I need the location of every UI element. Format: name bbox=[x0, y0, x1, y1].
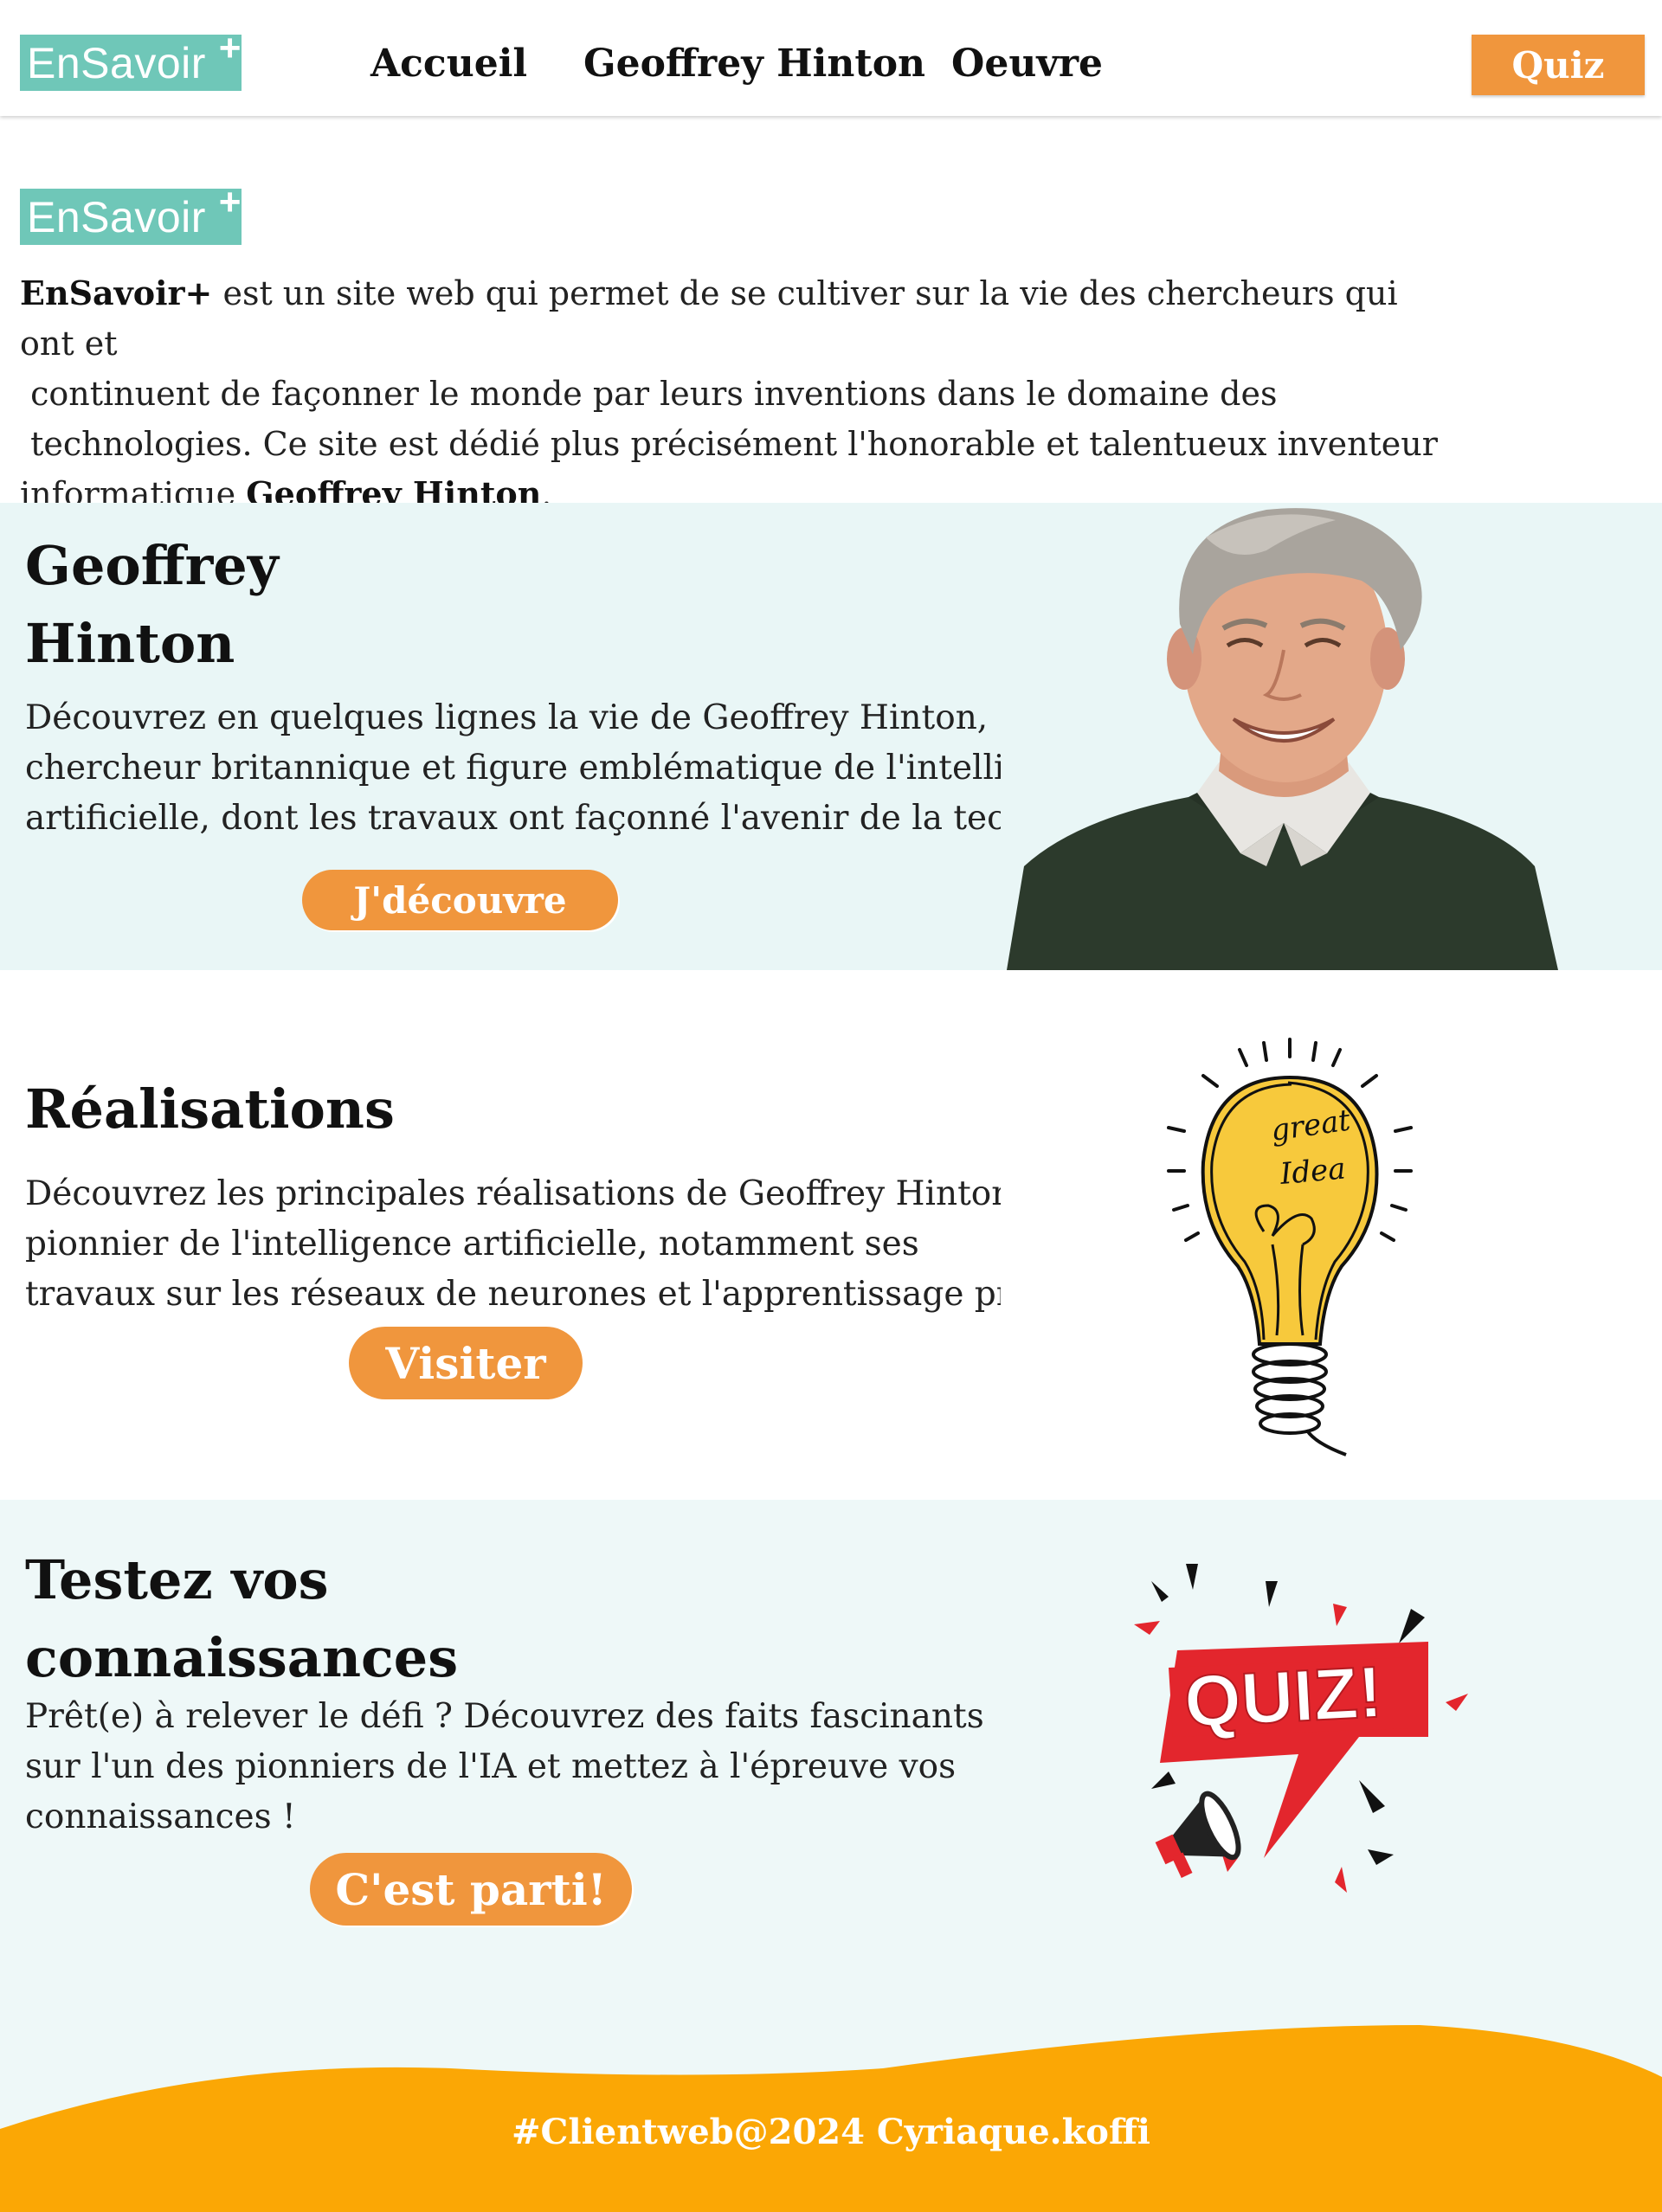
hinton-title-line1: Geoffrey bbox=[25, 534, 279, 597]
realisations-section: Réalisations Découvrez les principales r… bbox=[0, 970, 1662, 1500]
intro-logo-text: EnSavoir bbox=[27, 193, 206, 241]
intro-paragraph: EnSavoir+ est un site web qui permet de … bbox=[20, 268, 1457, 519]
nav-oeuvre[interactable]: Oeuvre bbox=[951, 42, 1103, 86]
footer-wave bbox=[0, 2025, 1662, 2212]
realisations-description: Découvrez les principales réalisations d… bbox=[25, 1169, 1001, 1320]
quiz-title-line1: Testez vos bbox=[25, 1548, 329, 1611]
realisations-title: Réalisations bbox=[25, 1077, 395, 1141]
quiz-title-line2: connaissances bbox=[25, 1626, 459, 1689]
bulb-text-idea: Idea bbox=[1278, 1152, 1347, 1193]
footer-credit: #Clientweb@2024 Cyriaque.koffi bbox=[512, 2112, 1150, 2152]
quiz-description: Prêt(e) à relever le défi ? Découvrez de… bbox=[25, 1692, 1001, 1842]
hinton-section: Geoffrey Hinton Découvrez en quelques li… bbox=[0, 503, 1662, 970]
hinton-text-line3: artificielle, dont les travaux ont façon… bbox=[25, 799, 1001, 838]
lightbulb-illustration: great Idea bbox=[1167, 1038, 1413, 1456]
nav-geoffrey-hinton[interactable]: Geoffrey Hinton bbox=[583, 42, 925, 86]
intro-line3: technologies. Ce site est dédié plus pré… bbox=[20, 425, 1438, 463]
intro-logo-plus: + bbox=[218, 181, 242, 223]
intro-logo: EnSavoir + bbox=[20, 183, 242, 245]
visiter-button[interactable]: Visiter bbox=[349, 1327, 583, 1399]
realisations-text-line2: pionnier de l'intelligence artificielle,… bbox=[25, 1225, 919, 1264]
realisations-text-line1: Découvrez les principales réalisations d… bbox=[25, 1174, 1001, 1213]
cest-parti-button[interactable]: C'est parti! bbox=[310, 1853, 632, 1926]
site-header: EnSavoir + Accueil Geoffrey Hinton Oeuvr… bbox=[0, 0, 1662, 116]
nav-accueil[interactable]: Accueil bbox=[370, 42, 527, 86]
logo-text: EnSavoir bbox=[27, 39, 206, 87]
hinton-text-line1: Découvrez en quelques lignes la vie de G… bbox=[25, 698, 989, 737]
hinton-title-line2: Hinton bbox=[25, 612, 235, 675]
logo-plus: + bbox=[218, 27, 242, 69]
site-logo[interactable]: EnSavoir + bbox=[20, 29, 242, 91]
hinton-title: Geoffrey Hinton bbox=[25, 527, 279, 683]
quiz-text-line1: Prêt(e) à relever le défi ? Découvrez de… bbox=[25, 1697, 984, 1736]
intro-brand: EnSavoir+ bbox=[20, 273, 213, 312]
quiz-nav-button[interactable]: Quiz bbox=[1472, 35, 1645, 95]
quiz-text-line3: connaissances ! bbox=[25, 1797, 296, 1836]
hinton-description: Découvrez en quelques lignes la vie de G… bbox=[25, 693, 1001, 844]
quiz-megaphone-illustration: QUIZ! bbox=[1134, 1564, 1468, 1893]
hinton-text-line2: chercheur britannique et figure emblémat… bbox=[25, 749, 1001, 788]
intro-line2: continuent de façonner le monde par leur… bbox=[20, 375, 1278, 413]
quiz-title: Testez vos connaissances bbox=[25, 1541, 458, 1697]
quiz-text-line2: sur l'un des pionniers de l'IA et mettez… bbox=[25, 1747, 957, 1786]
quiz-badge-text: QUIZ! bbox=[1182, 1650, 1384, 1742]
realisations-text-line3: travaux sur les réseaux de neurones et l… bbox=[25, 1275, 1001, 1314]
geoffrey-hinton-portrait bbox=[1007, 503, 1558, 970]
intro-line1: est un site web qui permet de se cultive… bbox=[20, 274, 1398, 363]
decouvre-button[interactable]: J'découvre bbox=[302, 870, 618, 930]
